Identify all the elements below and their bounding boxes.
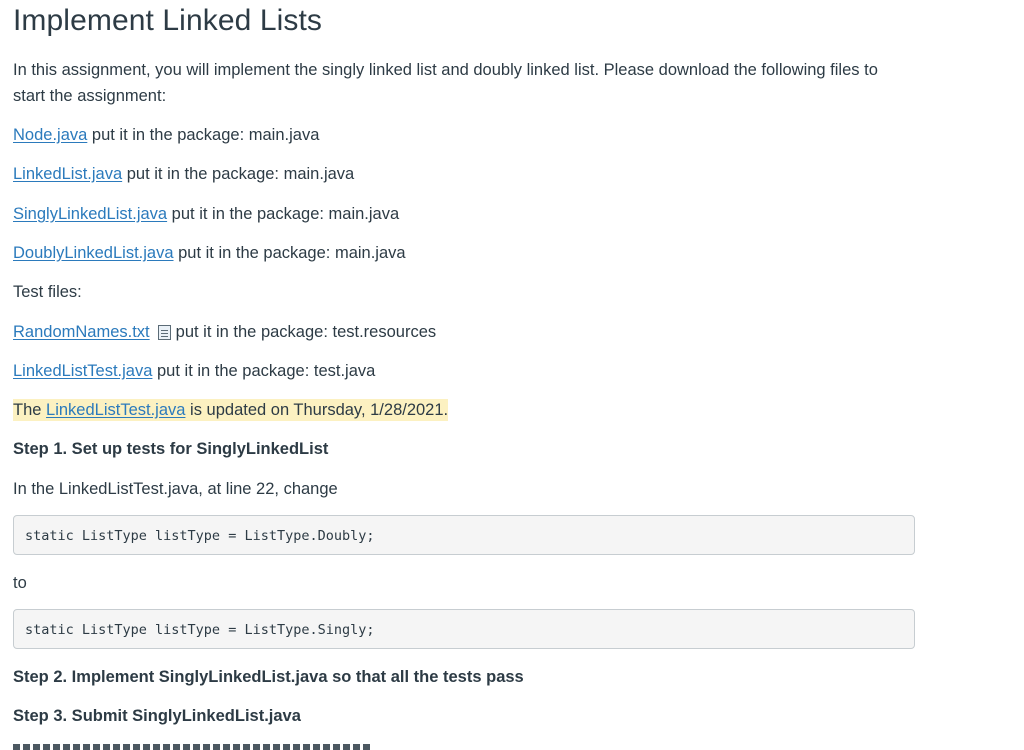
intro-paragraph: In this assignment, you will implement t… xyxy=(13,61,878,105)
code-block-after: static ListType listType = ListType.Sing… xyxy=(13,609,915,649)
linkedlist-java-link[interactable]: LinkedList.java xyxy=(13,165,122,183)
singlylinkedlist-java-link[interactable]: SinglyLinkedList.java xyxy=(13,205,167,223)
page-title: Implement Linked Lists xyxy=(13,4,323,37)
file-line-text: put it in the package: test.java xyxy=(152,362,376,380)
update-note: The LinkedListTest.java is updated on Th… xyxy=(13,397,449,423)
file-line-text: put it in the package: main.java xyxy=(87,126,320,144)
code-before: static ListType listType = ListType.Doub… xyxy=(25,528,375,544)
doublylinkedlist-java-link[interactable]: DoublyLinkedList.java xyxy=(13,244,174,262)
file-line-text: put it in the package: test.resources xyxy=(175,323,437,341)
cut-off-text-line xyxy=(13,740,373,750)
linkedlisttest-java-link[interactable]: LinkedListTest.java xyxy=(13,362,152,380)
update-note-prefix: The xyxy=(13,401,47,419)
test-files-label: Test files: xyxy=(13,283,82,301)
file-line-randomnames: RandomNames.txt put it in the package: te… xyxy=(13,319,436,345)
file-line-text: put it in the package: main.java xyxy=(122,165,355,183)
file-line-singly: SinglyLinkedList.java put it in the pack… xyxy=(13,201,399,227)
step3-heading: Step 3. Submit SinglyLinkedList.java xyxy=(13,707,301,725)
code-block-before: static ListType listType = ListType.Doub… xyxy=(13,515,915,555)
file-line-doubly: DoublyLinkedList.java put it in the pack… xyxy=(13,240,406,266)
file-line-text: put it in the package: main.java xyxy=(173,244,406,262)
file-line-linkedlisttest: LinkedListTest.java put it in the packag… xyxy=(13,358,375,384)
update-note-suffix: is updated on Thursday, 1/28/2021. xyxy=(185,401,449,419)
randomnames-txt-link[interactable]: RandomNames.txt xyxy=(13,323,150,341)
step2-heading: Step 2. Implement SinglyLinkedList.java … xyxy=(13,668,524,686)
file-line-linkedlist: LinkedList.java put it in the package: m… xyxy=(13,161,354,187)
step1-heading: Step 1. Set up tests for SinglyLinkedLis… xyxy=(13,440,329,458)
code-after: static ListType listType = ListType.Sing… xyxy=(25,622,375,638)
file-line-node: Node.java put it in the package: main.ja… xyxy=(13,122,319,148)
step1-text: In the LinkedListTest.java, at line 22, … xyxy=(13,480,338,498)
file-preview-icon[interactable] xyxy=(157,325,171,340)
node-java-link[interactable]: Node.java xyxy=(13,126,87,144)
updated-linkedlisttest-link[interactable]: LinkedListTest.java xyxy=(46,401,185,419)
update-note-highlight: The LinkedListTest.java is updated on Th… xyxy=(13,399,449,421)
to-label: to xyxy=(13,574,27,592)
file-line-text: put it in the package: main.java xyxy=(167,205,400,223)
